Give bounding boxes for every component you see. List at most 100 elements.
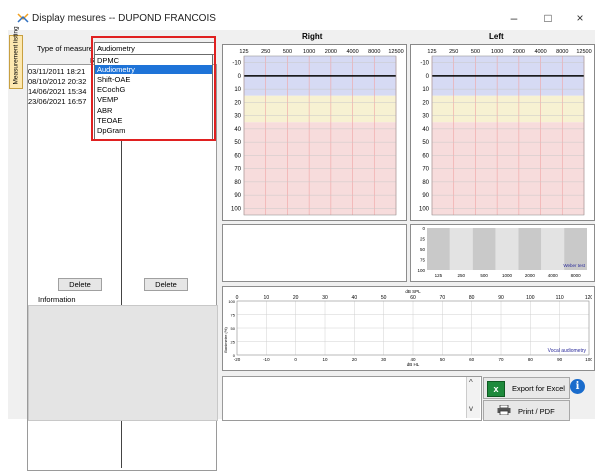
- vocal-top-tick: 30: [322, 295, 328, 301]
- freq-tick-label: 2000: [325, 49, 337, 55]
- db-tick-label: 50: [422, 140, 429, 146]
- weber-y-label: 25: [420, 237, 426, 242]
- window-title: Display mesures -- DUPOND FRANCOIS: [32, 13, 216, 24]
- list-item[interactable]: 23/06/2021 16:57: [28, 97, 86, 106]
- vocal-bottom-tick: 70: [498, 357, 504, 362]
- information-label: Information: [38, 295, 76, 304]
- left-audiogram[interactable]: 125 250 500 1000 2000 4000 8000 12500 -10 0 10 20 30…: [413, 45, 593, 217]
- freq-tick-label: 8000: [556, 49, 568, 55]
- db-tick-label: -10: [232, 61, 241, 67]
- weber-band: [518, 228, 542, 270]
- vocal-top-tick: 120: [585, 295, 592, 301]
- weber-band: [472, 228, 496, 270]
- vocal-bottom-tick: 10: [322, 357, 328, 362]
- freq-tick-label: 500: [471, 49, 480, 55]
- measurement-listing-tab[interactable]: Measurement listing: [9, 26, 23, 89]
- notes-area[interactable]: [222, 376, 482, 421]
- db-tick-label: 60: [422, 153, 429, 159]
- type-of-measure-label: Type of measure: [37, 44, 93, 53]
- vocal-bottom-tick: 20: [352, 357, 358, 362]
- close-button[interactable]: ×: [570, 10, 590, 26]
- delete-right-button[interactable]: Delete: [144, 278, 188, 291]
- information-panel: [28, 305, 218, 421]
- delete-left-button[interactable]: Delete: [58, 278, 102, 291]
- db-tick-label: 30: [422, 114, 429, 120]
- weber-band: [449, 228, 473, 270]
- freq-tick-label: 250: [449, 49, 458, 55]
- freq-tick-label: 12500: [388, 49, 403, 55]
- db-tick-label: 70: [234, 167, 241, 173]
- vocal-bottom-tick: 60: [469, 357, 475, 362]
- right-audiogram[interactable]: 125 250 500 1000 2000 4000 8000 12500 -10 0 10 20 30…: [225, 45, 405, 217]
- db-tick-label: 0: [238, 74, 242, 80]
- db-tick-label: 100: [231, 206, 242, 212]
- vocal-top-tick: 110: [556, 295, 564, 301]
- list-item[interactable]: 03/11/2011 18:21: [28, 67, 85, 76]
- scroll-down-icon[interactable]: v: [469, 404, 473, 413]
- db-tick-label: 90: [234, 193, 241, 199]
- empty-chart-panel: [222, 224, 407, 282]
- vocal-bottom-axis-title: dB HL: [407, 362, 420, 367]
- weber-y-label: 100: [417, 268, 425, 273]
- freq-tick-label: 125: [239, 49, 248, 55]
- freq-tick-label: 125: [427, 49, 436, 55]
- freq-tick-label: 1000: [303, 49, 315, 55]
- db-tick-label: 30: [234, 114, 241, 120]
- vocal-bottom-tick: 90: [557, 357, 563, 362]
- freq-tick-label: 12500: [576, 49, 591, 55]
- vocal-top-axis-title: dB SPL: [405, 289, 421, 294]
- db-tick-label: 60: [234, 153, 241, 159]
- vocal-y-axis-title: Banimetre (%): [223, 327, 228, 353]
- vocal-audiometry-chart[interactable]: dB SPL0 10 20 30 40 50 60 70 80 90 100 110 120-20 -10…: [223, 287, 592, 368]
- freq-tick-label: 8000: [368, 49, 380, 55]
- vocal-bottom-tick: 0: [294, 357, 297, 362]
- maximize-button[interactable]: □: [538, 10, 558, 26]
- weber-test-chart[interactable]: 0 25 50 75 100 125 250 500 1000 2000 4000 8000 Weber…: [411, 225, 592, 279]
- right-ear-title: Right: [302, 32, 323, 41]
- weber-x-label: 4000: [548, 273, 559, 278]
- app-logo-icon: [17, 13, 29, 23]
- vocal-top-tick: 10: [264, 295, 270, 301]
- vocal-bottom-tick: 30: [381, 357, 387, 362]
- weber-band: [427, 228, 450, 270]
- vocal-bottom-tick: 100: [585, 357, 592, 362]
- db-tick-label: -10: [420, 61, 429, 67]
- db-tick-label: 80: [422, 180, 429, 186]
- db-tick-label: 80: [234, 180, 241, 186]
- print-pdf-label: Print / PDF: [518, 407, 555, 416]
- weber-x-label: 2000: [525, 273, 536, 278]
- list-item[interactable]: 08/10/2012 20:32: [28, 77, 86, 86]
- measurement-listing-tab-label: Measurement listing: [12, 26, 20, 85]
- info-icon[interactable]: i: [570, 379, 585, 394]
- db-tick-label: 70: [422, 167, 429, 173]
- vocal-y-tick: 100: [228, 299, 235, 304]
- minimize-button[interactable]: –: [504, 10, 524, 26]
- list-item[interactable]: 14/06/2021 15:34: [28, 87, 86, 96]
- vocal-top-tick: 80: [469, 295, 475, 301]
- db-tick-label: 40: [422, 127, 429, 133]
- db-tick-label: 20: [234, 100, 241, 106]
- vocal-top-tick: 40: [352, 295, 358, 301]
- vocal-top-tick: 70: [440, 295, 446, 301]
- db-tick-label: 20: [422, 100, 429, 106]
- printer-icon: [497, 405, 511, 415]
- hearing-band: [432, 95, 584, 123]
- excel-icon: x: [487, 381, 505, 397]
- vocal-top-tick: 60: [410, 295, 416, 301]
- db-tick-label: 10: [234, 87, 241, 93]
- weber-x-label: 250: [458, 273, 466, 278]
- notes-scrollbar[interactable]: ^ v: [466, 377, 480, 418]
- freq-tick-label: 1000: [491, 49, 503, 55]
- scroll-up-icon[interactable]: ^: [469, 378, 473, 387]
- vocal-bottom-tick: -10: [263, 357, 270, 362]
- weber-x-label: 500: [480, 273, 488, 278]
- vocal-top-tick: 50: [381, 295, 387, 301]
- freq-tick-label: 250: [261, 49, 270, 55]
- db-tick-label: 10: [422, 87, 429, 93]
- freq-tick-label: 500: [283, 49, 292, 55]
- vocal-top-tick: 0: [236, 295, 239, 301]
- weber-x-label: 125: [435, 273, 443, 278]
- weber-y-label: 0: [422, 226, 425, 231]
- freq-tick-label: 2000: [513, 49, 525, 55]
- vocal-top-tick: 20: [293, 295, 299, 301]
